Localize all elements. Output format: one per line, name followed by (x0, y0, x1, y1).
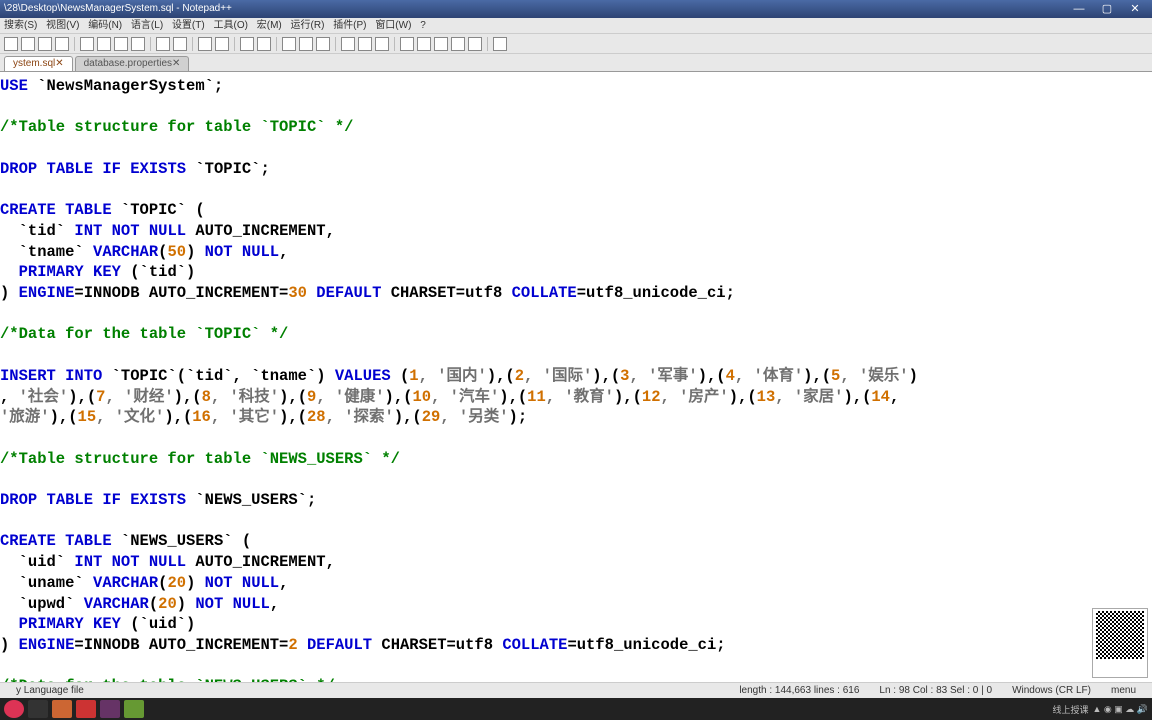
menu-window[interactable]: 窗口(W) (375, 20, 411, 31)
tray-icons[interactable]: ▲ ◉ ▣ ☁ 🔊 (1093, 704, 1148, 715)
monitor-icon[interactable] (375, 37, 389, 51)
menu-plugins[interactable]: 插件(P) (333, 20, 366, 31)
playmulti-icon[interactable] (451, 37, 465, 51)
menu-tools[interactable]: 工具(O) (214, 20, 248, 31)
record-icon[interactable] (400, 37, 414, 51)
tab-database-properties[interactable]: database.properties✕ (75, 56, 190, 71)
window-controls: — ▢ ✕ (1066, 0, 1148, 18)
status-eol: Windows (CR LF) (1002, 685, 1101, 696)
menu-language[interactable]: 语言(L) (131, 20, 163, 31)
status-length: length : 144,663 lines : 616 (729, 685, 869, 696)
app-icon[interactable] (52, 700, 72, 718)
window-title: \28\Desktop\NewsManagerSystem.sql - Note… (4, 0, 232, 18)
status-menu: menu (1101, 685, 1146, 696)
tray-net[interactable]: 线上授课 (1053, 703, 1089, 716)
menu-help[interactable]: ? (420, 20, 426, 31)
undo-icon[interactable] (156, 37, 170, 51)
cut-icon[interactable] (97, 37, 111, 51)
status-bar: y Language file length : 144,663 lines :… (0, 682, 1152, 698)
files-icon[interactable] (28, 700, 48, 718)
close-tab-icon[interactable]: ✕ (172, 58, 180, 69)
qr-overlay (1092, 608, 1148, 678)
save-icon[interactable] (38, 37, 52, 51)
func-icon[interactable] (341, 37, 355, 51)
menu-encoding[interactable]: 编码(N) (88, 20, 122, 31)
notepadpp-icon[interactable] (124, 700, 144, 718)
indent-icon[interactable] (316, 37, 330, 51)
code-editor[interactable]: USE `NewsManagerSystem`; /*Table structu… (0, 72, 1152, 682)
os-taskbar: 线上授课 ▲ ◉ ▣ ☁ 🔊 (0, 698, 1152, 720)
new-icon[interactable] (4, 37, 18, 51)
extra-icon[interactable] (493, 37, 507, 51)
redo-icon[interactable] (173, 37, 187, 51)
zoomout-icon[interactable] (257, 37, 271, 51)
folder-icon[interactable] (358, 37, 372, 51)
app-icon[interactable] (76, 700, 96, 718)
close-button[interactable]: ✕ (1122, 0, 1148, 18)
savemacro-icon[interactable] (468, 37, 482, 51)
status-position: Ln : 98 Col : 83 Sel : 0 | 0 (869, 685, 1002, 696)
menu-search[interactable]: 搜索(S) (4, 20, 37, 31)
menu-view[interactable]: 视图(V) (46, 20, 79, 31)
allchars-icon[interactable] (299, 37, 313, 51)
window-titlebar: \28\Desktop\NewsManagerSystem.sql - Note… (0, 0, 1152, 18)
print-icon[interactable] (80, 37, 94, 51)
menu-run[interactable]: 运行(R) (291, 20, 325, 31)
status-language: y Language file (6, 685, 94, 696)
replace-icon[interactable] (215, 37, 229, 51)
menu-bar: 搜索(S) 视图(V) 编码(N) 语言(L) 设置(T) 工具(O) 宏(M)… (0, 18, 1152, 34)
system-tray: 线上授课 ▲ ◉ ▣ ☁ 🔊 (1053, 703, 1149, 716)
wordwrap-icon[interactable] (282, 37, 296, 51)
tab-system-sql[interactable]: ystem.sql✕ (4, 56, 73, 71)
minimize-button[interactable]: — (1066, 0, 1092, 18)
maximize-button[interactable]: ▢ (1094, 0, 1120, 18)
find-icon[interactable] (198, 37, 212, 51)
open-icon[interactable] (21, 37, 35, 51)
tab-bar: ystem.sql✕ database.properties✕ (0, 54, 1152, 72)
menu-macro[interactable]: 宏(M) (257, 20, 282, 31)
close-tab-icon[interactable]: ✕ (55, 58, 63, 69)
stop-icon[interactable] (417, 37, 431, 51)
play-icon[interactable] (434, 37, 448, 51)
copy-icon[interactable] (114, 37, 128, 51)
firefox-icon[interactable] (4, 700, 24, 718)
app-icon[interactable] (100, 700, 120, 718)
toolbar (0, 34, 1152, 54)
menu-settings[interactable]: 设置(T) (172, 20, 205, 31)
paste-icon[interactable] (131, 37, 145, 51)
saveall-icon[interactable] (55, 37, 69, 51)
zoomin-icon[interactable] (240, 37, 254, 51)
